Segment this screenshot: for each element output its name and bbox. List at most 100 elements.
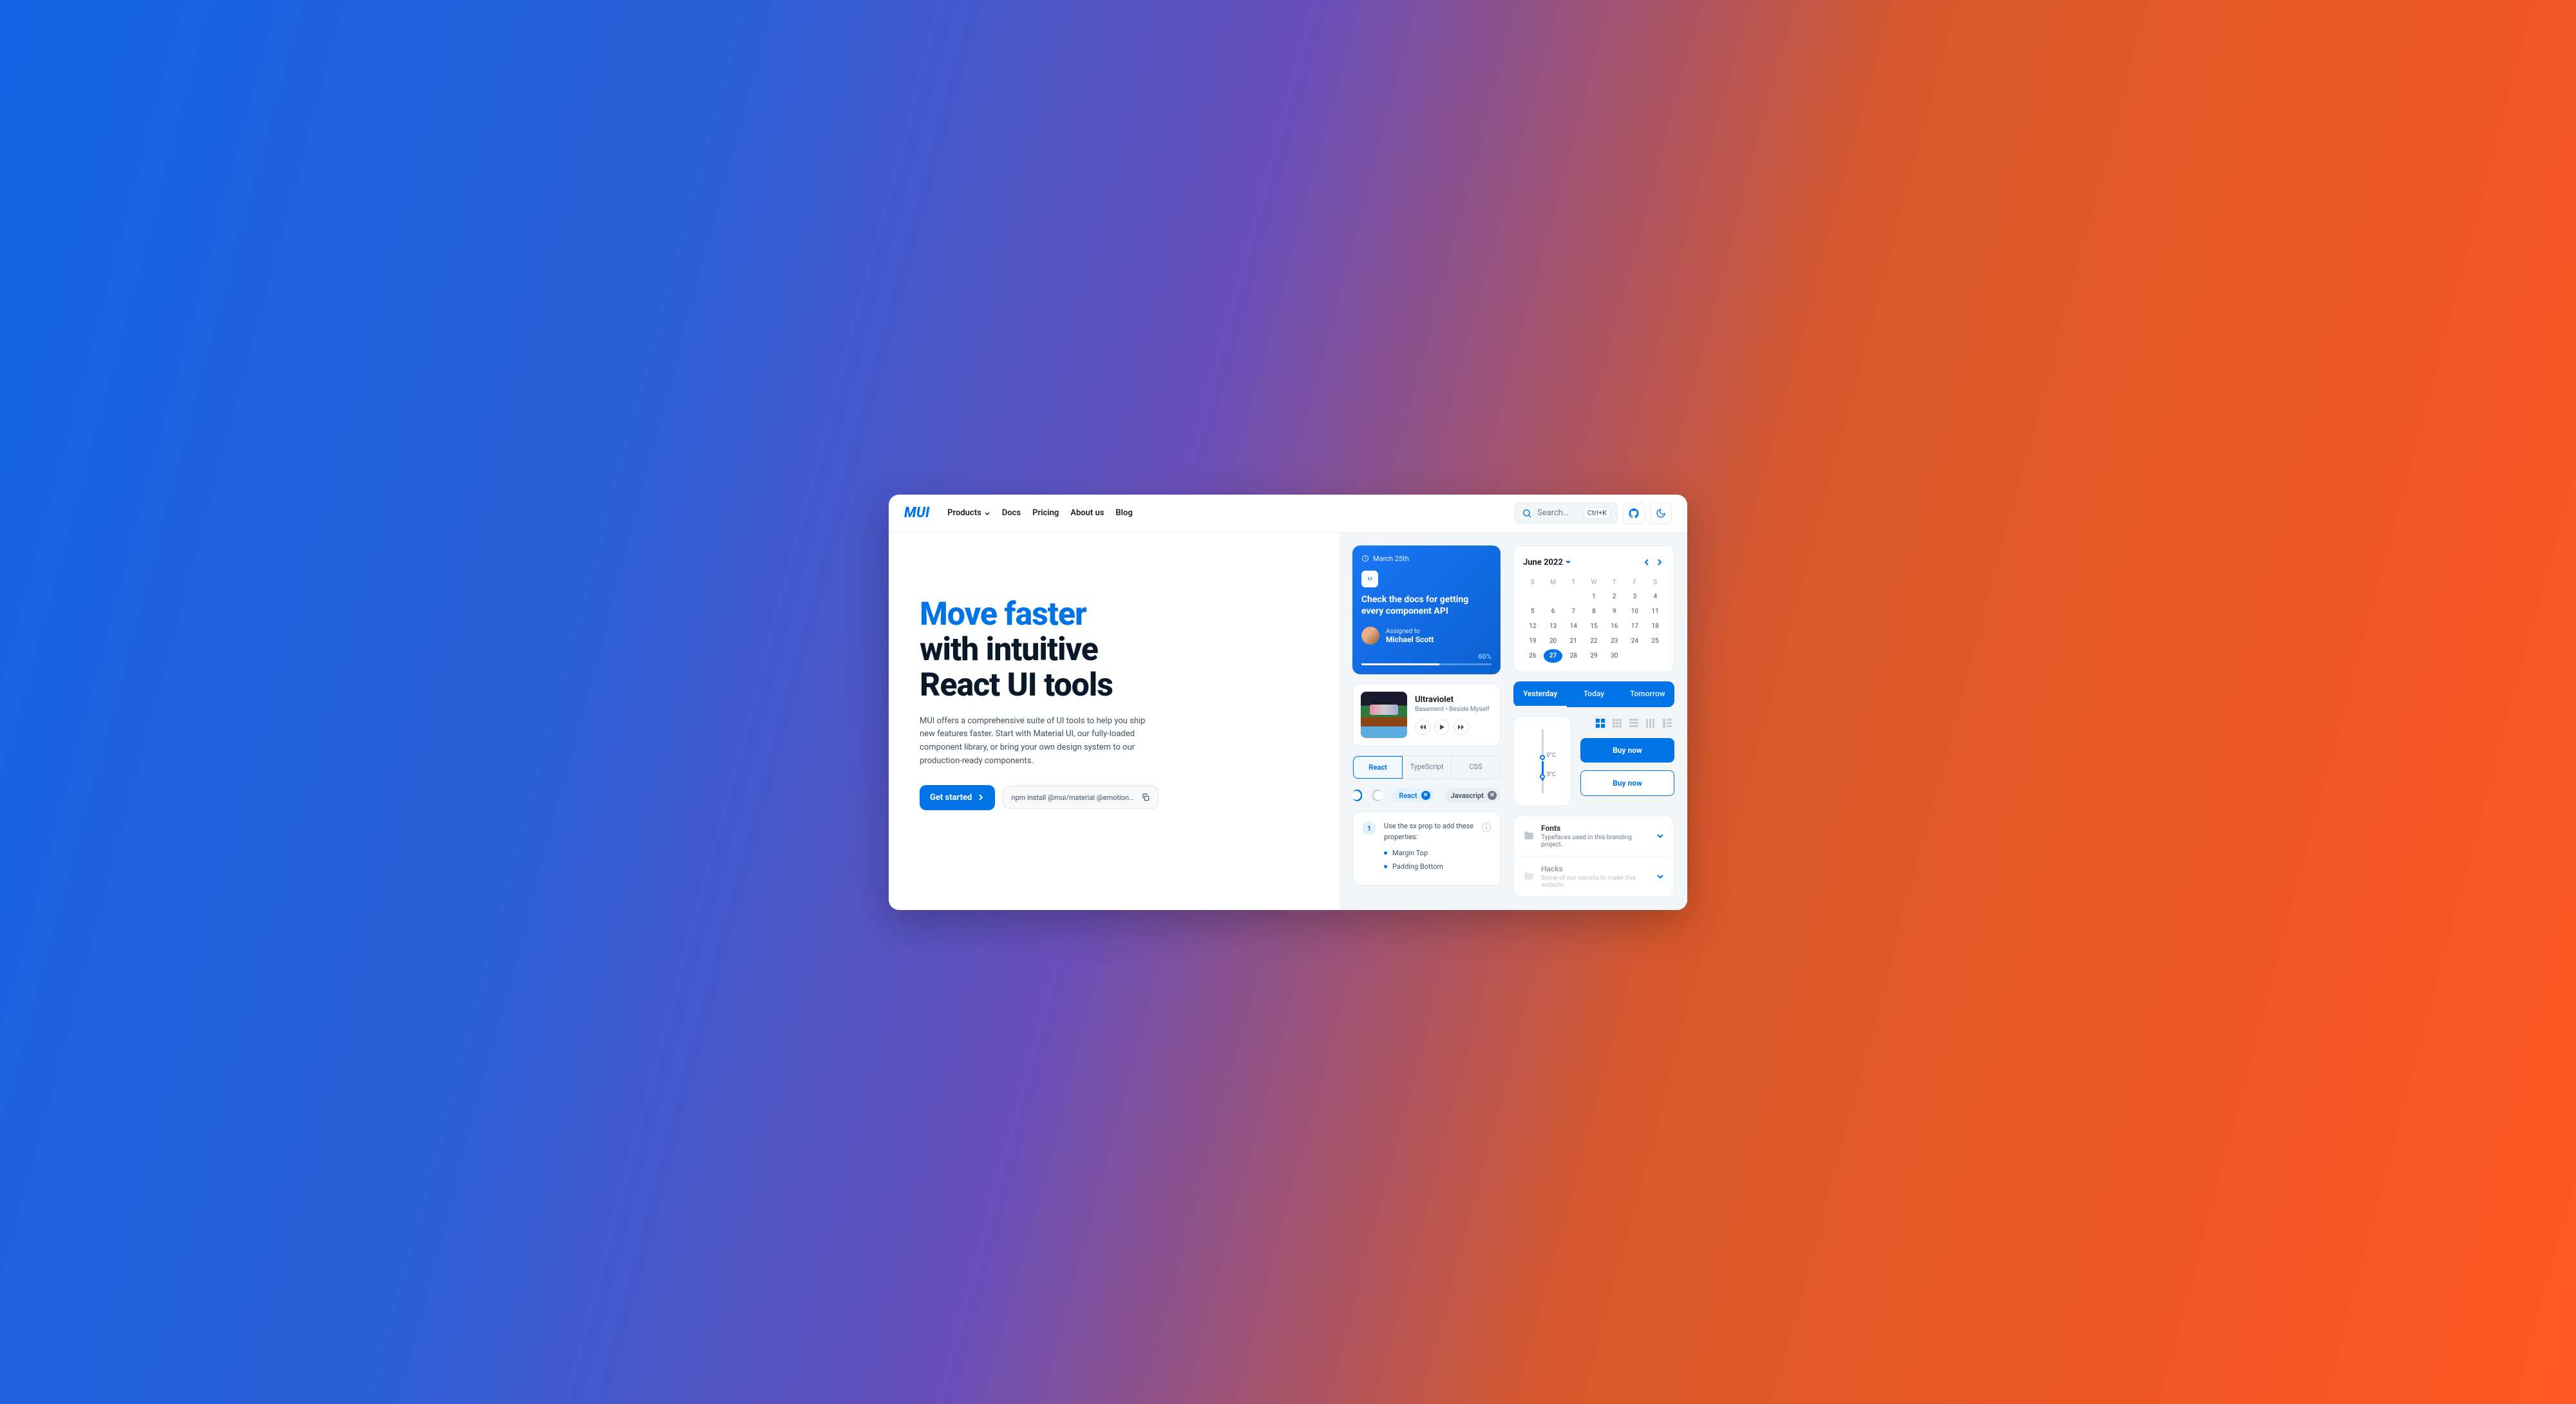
calendar-day[interactable]: 11	[1645, 605, 1665, 618]
hero-actions: Get started npm install @mui/material @e…	[920, 785, 1327, 810]
calendar-day[interactable]: 12	[1523, 620, 1542, 633]
progress-bar	[1361, 663, 1492, 665]
main-nav: Products Docs Pricing About us Blog	[947, 508, 1133, 518]
calendar-day[interactable]: 3	[1625, 590, 1645, 603]
view-grid-large[interactable]	[1593, 716, 1607, 730]
chip-javascript-remove[interactable]: ✕	[1488, 791, 1497, 800]
tab-react[interactable]: React	[1353, 756, 1403, 779]
theme-toggle-button[interactable]	[1650, 502, 1672, 524]
calendar-day[interactable]: 7	[1564, 605, 1583, 618]
github-button[interactable]	[1623, 502, 1645, 524]
step-item-label: Padding Bottom	[1392, 862, 1443, 871]
hero-title-accent: Move faster	[920, 596, 1086, 633]
task-date: March 25th	[1361, 555, 1492, 563]
nav-pricing[interactable]: Pricing	[1032, 508, 1059, 518]
skip-back-icon	[1419, 724, 1426, 730]
chip-react-remove[interactable]: ✕	[1421, 791, 1430, 800]
get-started-button[interactable]: Get started	[920, 785, 995, 810]
calendar-day[interactable]: 22	[1584, 634, 1604, 648]
calendar-day[interactable]: 29	[1584, 649, 1604, 663]
chip-react[interactable]: React ✕	[1392, 788, 1434, 802]
search-kbd: Ctrl+K	[1584, 507, 1611, 519]
calendar-month-select[interactable]: June 2022	[1523, 558, 1571, 567]
info-icon[interactable]: ⓘ	[1482, 821, 1491, 834]
next-track-button[interactable]	[1454, 719, 1469, 735]
tab-yesterday[interactable]: Yesterday	[1513, 681, 1567, 707]
nav-blog[interactable]: Blog	[1115, 508, 1132, 518]
calendar-day[interactable]: 10	[1625, 605, 1645, 618]
copy-icon[interactable]	[1141, 793, 1150, 802]
install-command[interactable]: npm install @mui/material @emotion…	[1003, 786, 1159, 809]
calendar-day[interactable]: 30	[1605, 649, 1624, 663]
view-toggle-group	[1580, 716, 1674, 730]
nav-products-label: Products	[947, 508, 981, 518]
calendar-day[interactable]: 14	[1564, 620, 1583, 633]
temperature-slider-card: 0°C 5°C	[1513, 716, 1571, 806]
calendar-day[interactable]: 21	[1564, 634, 1583, 648]
view-columns[interactable]	[1643, 716, 1658, 730]
view-detail[interactable]	[1660, 716, 1674, 730]
grid-small-icon	[1613, 719, 1622, 728]
calendar-day[interactable]: 17	[1625, 620, 1645, 633]
avatar	[1361, 627, 1379, 645]
calendar-day[interactable]: 1	[1584, 590, 1604, 603]
calendar-day[interactable]: 5	[1523, 605, 1542, 618]
tab-tomorrow[interactable]: Tomorrow	[1621, 681, 1674, 707]
tab-css[interactable]: CSS	[1452, 756, 1500, 779]
chip-javascript[interactable]: Javascript ✕	[1444, 788, 1501, 802]
calendar-day[interactable]: 19	[1523, 634, 1542, 648]
search-input[interactable]: Search… Ctrl+K	[1515, 502, 1618, 524]
calendar-day[interactable]: 16	[1605, 620, 1624, 633]
accordion-fonts-sub: Typefaces used in this branding project.	[1541, 834, 1649, 848]
nav-about[interactable]: About us	[1070, 508, 1104, 518]
switch-on[interactable]	[1352, 790, 1362, 801]
logo[interactable]: MUI	[904, 505, 929, 521]
get-started-label: Get started	[930, 793, 972, 802]
calendar-day[interactable]: 4	[1645, 590, 1665, 603]
calendar-day[interactable]: 24	[1625, 634, 1645, 648]
view-list[interactable]	[1627, 716, 1641, 730]
install-text: npm install @mui/material @emotion…	[1011, 793, 1133, 802]
calendar-day[interactable]: 28	[1564, 649, 1583, 663]
calendar-day[interactable]: 9	[1605, 605, 1624, 618]
folder-icon	[1523, 871, 1535, 882]
calendar-day	[1523, 590, 1542, 603]
nav-docs[interactable]: Docs	[1002, 508, 1021, 518]
calendar-day[interactable]: 2	[1605, 590, 1624, 603]
calendar-day[interactable]: 26	[1523, 649, 1542, 663]
play-button[interactable]	[1434, 719, 1450, 735]
calendar-next-button[interactable]	[1654, 555, 1665, 570]
prev-track-button[interactable]	[1415, 719, 1430, 735]
view-grid-small[interactable]	[1610, 716, 1624, 730]
tab-today[interactable]: Today	[1567, 681, 1620, 707]
main-content: Move faster with intuitive React UI tool…	[889, 533, 1687, 910]
assignee-name: Michael Scott	[1386, 635, 1434, 644]
tab-typescript[interactable]: TypeScript	[1403, 756, 1452, 779]
calendar-day[interactable]: 18	[1645, 620, 1665, 633]
switch-off[interactable]	[1372, 790, 1382, 801]
chevron-down-icon	[984, 510, 990, 517]
nav-products[interactable]: Products	[947, 508, 990, 518]
calendar-dow: S	[1523, 576, 1542, 589]
calendar-day[interactable]: 13	[1544, 620, 1563, 633]
accordion-hacks[interactable]: Hacks Some of our secrets to make this w…	[1514, 857, 1674, 896]
calendar-day[interactable]: 23	[1605, 634, 1624, 648]
accordion-fonts[interactable]: Fonts Typefaces used in this branding pr…	[1514, 816, 1674, 857]
app-window: MUI Products Docs Pricing About us Blog …	[889, 495, 1687, 910]
step-number: 1	[1362, 821, 1376, 835]
buy-button-primary[interactable]: Buy now	[1580, 738, 1674, 763]
calendar-day[interactable]: 15	[1584, 620, 1604, 633]
calendar-day[interactable]: 27	[1544, 649, 1563, 663]
calendar-day[interactable]: 20	[1544, 634, 1563, 648]
temperature-slider[interactable]: 0°C 5°C	[1542, 729, 1544, 793]
search-placeholder: Search…	[1537, 508, 1578, 518]
task-progress: 60%	[1361, 652, 1492, 665]
calendar-day[interactable]: 25	[1645, 634, 1665, 648]
calendar-prev-button[interactable]	[1642, 555, 1652, 570]
clock-icon	[1361, 555, 1369, 562]
calendar-day[interactable]: 8	[1584, 605, 1604, 618]
slider-bottom-label: 5°C	[1547, 772, 1556, 778]
calendar-day[interactable]: 6	[1544, 605, 1563, 618]
hero-subtitle: MUI offers a comprehensive suite of UI t…	[920, 715, 1151, 768]
buy-button-outline[interactable]: Buy now	[1580, 770, 1674, 796]
